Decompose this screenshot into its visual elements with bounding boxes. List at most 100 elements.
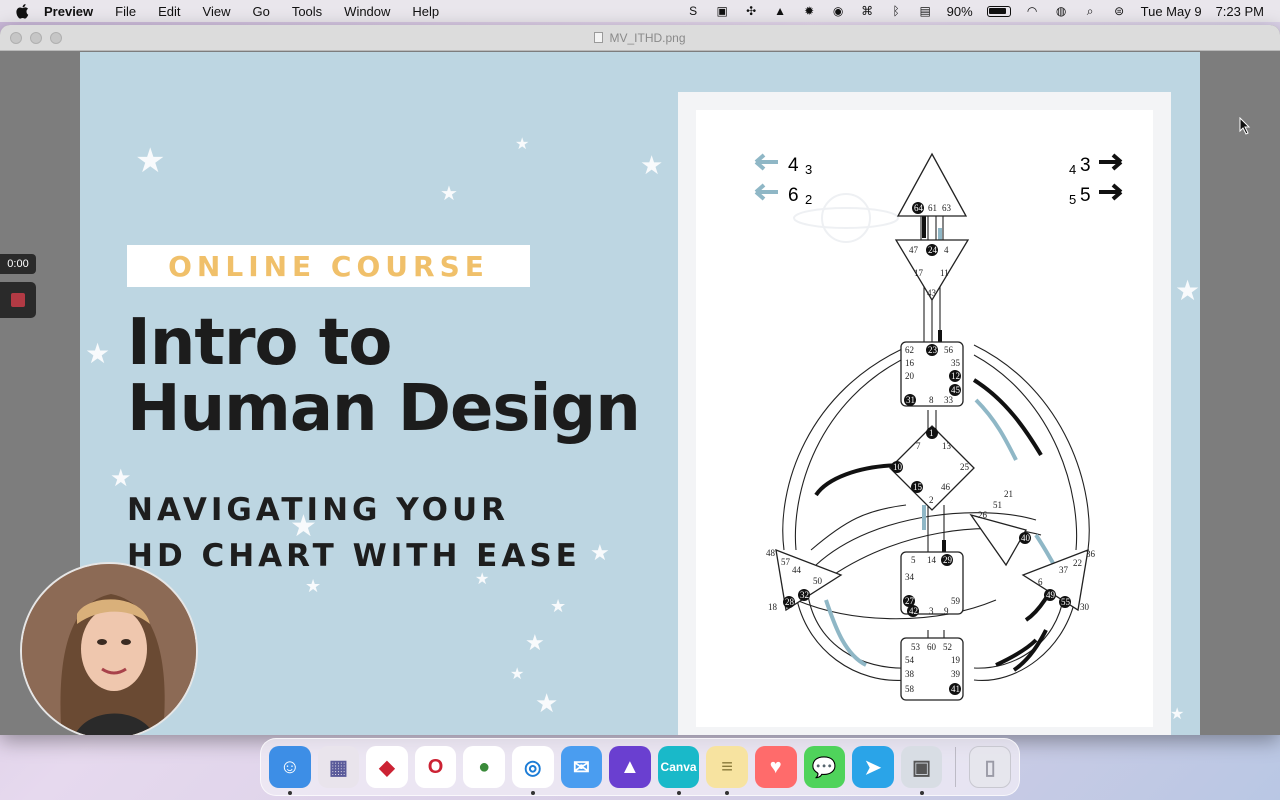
preview-window: MV_ITHD.png ★ ★ ★ ★ ★ ★ ★ ★ ★ ★ ★ ★ ★ ★ …: [0, 25, 1280, 735]
running-indicator: [725, 791, 730, 795]
dock-app-opera[interactable]: O: [414, 746, 457, 788]
heart-center: [969, 513, 1027, 567]
apple-icon[interactable]: [16, 3, 30, 19]
gate-label: 64: [914, 203, 924, 213]
gate-label: 26: [978, 510, 988, 520]
gate-label: 42: [909, 606, 918, 616]
slide-image: ★ ★ ★ ★ ★ ★ ★ ★ ★ ★ ★ ★ ★ ★ ★ ★ ONLINE C…: [80, 52, 1200, 735]
headline-line-1: Intro to: [127, 306, 392, 380]
running-indicator: [676, 791, 681, 795]
menu-window[interactable]: Window: [344, 4, 390, 19]
gate-label: 34: [905, 572, 915, 582]
arrow-left-icon: [754, 153, 778, 171]
stop-recording-button[interactable]: [0, 282, 36, 318]
dock-app-icon: ≡: [721, 755, 733, 778]
gate-label: 8: [929, 395, 934, 405]
gate-label: 46: [941, 482, 951, 492]
dock-app-safari[interactable]: ◎: [511, 746, 554, 795]
gate-label: 37: [1059, 565, 1069, 575]
bluetooth-icon[interactable]: ᛒ: [889, 4, 904, 18]
user-icon[interactable]: ◍: [1054, 4, 1069, 18]
menu-file[interactable]: File: [115, 4, 136, 19]
gate-label: 17: [914, 268, 924, 278]
menu-tools[interactable]: Tools: [292, 4, 322, 19]
gate-label: 63: [942, 203, 952, 213]
menu-time[interactable]: 7:23 PM: [1216, 4, 1264, 19]
dock-app-icon: ◎: [524, 756, 542, 779]
gate-label: 23: [928, 345, 938, 355]
recording-timer: 0:00: [0, 254, 36, 274]
gate-label: 24: [928, 245, 938, 255]
star-decoration: ★: [440, 183, 458, 205]
dock: ☺ ▦ ◆ O ● ◎ ✉ ▲ Canva ≡ ♥ 💬 ➤ ▣ ▯: [260, 738, 1020, 796]
airpods-icon[interactable]: ⌘: [860, 4, 875, 18]
gate-label: 3: [929, 606, 934, 616]
dock-app-preview[interactable]: ▣: [900, 746, 943, 795]
menu-bar: Preview File Edit View Go Tools Window H…: [0, 0, 1280, 22]
online-course-badge: ONLINE COURSE: [127, 245, 530, 287]
menu-view[interactable]: View: [203, 4, 231, 19]
skype-icon[interactable]: S: [686, 4, 701, 18]
keyboard-icon[interactable]: ▤: [918, 4, 933, 18]
gate-label: 5: [911, 555, 916, 565]
gate-label: 40: [1021, 533, 1031, 543]
arrow-left-icon: [754, 183, 778, 201]
star-decoration: ★: [135, 142, 166, 180]
dock-app-icon: ✉: [572, 756, 590, 779]
grammarly-icon[interactable]: ◉: [831, 4, 846, 18]
gate-label: 35: [951, 358, 961, 368]
gate-label: 22: [1073, 558, 1082, 568]
webcam-bubble[interactable]: [20, 562, 198, 735]
star-decoration: ★: [550, 596, 567, 616]
star-decoration: ★: [515, 136, 530, 153]
menu-app-name[interactable]: Preview: [44, 4, 93, 19]
battery-icon[interactable]: [986, 5, 1011, 17]
dock-app-launchpad[interactable]: ▦: [317, 746, 360, 788]
subtitle-line-2: HD CHART WITH EASE: [127, 538, 581, 574]
dock-app-mail[interactable]: ✉: [560, 746, 603, 788]
dock-app-finder[interactable]: ☺: [269, 746, 311, 795]
gate-label: 59: [951, 596, 961, 606]
gate-label: 44: [792, 565, 802, 575]
dock-trash[interactable]: ▯: [969, 746, 1011, 788]
gate-label: 20: [905, 371, 915, 381]
control-center-icon[interactable]: ⊜: [1112, 4, 1127, 18]
star-decoration: ★: [535, 688, 559, 718]
search-icon[interactable]: ⌕: [1083, 4, 1098, 18]
wifi-icon[interactable]: ◠: [1025, 4, 1040, 18]
drive-icon[interactable]: ▲: [773, 4, 788, 18]
screenshot-icon[interactable]: ▣: [715, 4, 730, 18]
gate-label: 31: [906, 395, 915, 405]
dock-app-messages[interactable]: 💬: [803, 746, 846, 788]
dock-app-telegram[interactable]: ➤: [852, 746, 894, 788]
gate-label: 45: [951, 385, 961, 395]
gate-label: 12: [951, 371, 960, 381]
gate-label: 56: [944, 345, 954, 355]
star-decoration: ★: [85, 338, 111, 369]
dock-app-brave[interactable]: ◆: [366, 746, 408, 788]
gate-label: 36: [1086, 549, 1096, 559]
menu-help[interactable]: Help: [412, 4, 439, 19]
dock-app-icon: 💬: [811, 756, 837, 779]
dock-app-icon: ▦: [328, 756, 348, 779]
gate-label: 18: [768, 602, 778, 612]
menu-edit[interactable]: Edit: [158, 4, 180, 19]
window-titlebar[interactable]: MV_ITHD.png: [0, 25, 1280, 51]
window-title-text: MV_ITHD.png: [609, 30, 686, 45]
gear-icon[interactable]: ✹: [802, 4, 817, 18]
gamepad-icon[interactable]: ✣: [744, 4, 759, 18]
arrow-right-icon: [1099, 183, 1123, 201]
dock-app-affinity[interactable]: ▲: [609, 746, 651, 788]
menu-go[interactable]: Go: [252, 4, 269, 19]
gate-label: 11: [940, 268, 949, 278]
gate-label: 50: [813, 576, 823, 586]
dock-app-icon: ◆: [379, 756, 395, 779]
menu-date[interactable]: Tue May 9: [1141, 4, 1202, 19]
dock-app-chrome[interactable]: ●: [463, 746, 505, 788]
star-decoration: ★: [590, 540, 610, 565]
gate-label: 60: [927, 642, 937, 652]
dock-app-health[interactable]: ♥: [754, 746, 797, 788]
dock-app-canva[interactable]: Canva: [657, 746, 700, 795]
dock-app-notes[interactable]: ≡: [706, 746, 748, 795]
dock-separator: [955, 747, 957, 787]
